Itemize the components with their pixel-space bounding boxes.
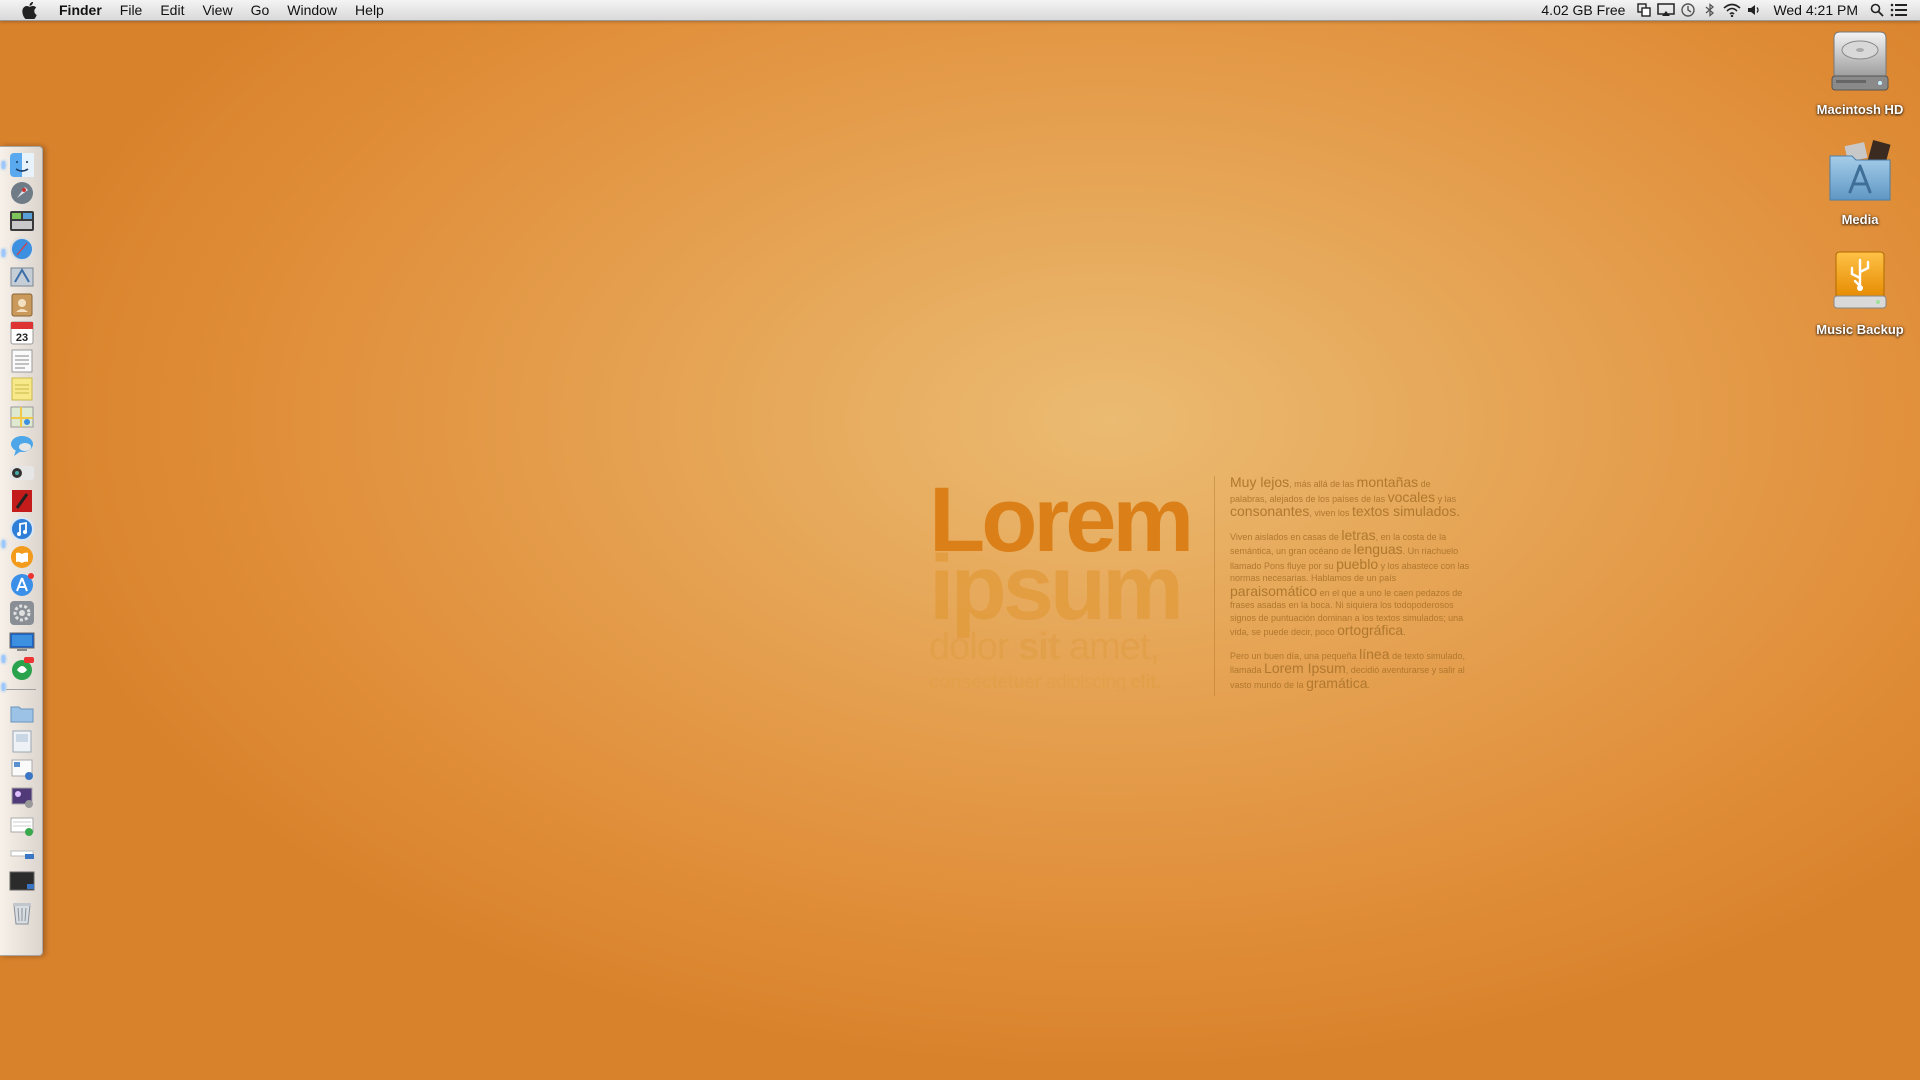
wifi-icon[interactable] bbox=[1721, 0, 1743, 21]
spotlight-search-icon[interactable] bbox=[1866, 0, 1888, 21]
wallpaper-divider bbox=[1214, 476, 1215, 696]
menu-edit[interactable]: Edit bbox=[151, 0, 193, 21]
desktop-icon-label: Macintosh HD bbox=[1816, 102, 1904, 117]
app-icon[interactable] bbox=[8, 655, 36, 683]
calendar-day: 23 bbox=[16, 332, 28, 344]
notes-icon[interactable] bbox=[8, 375, 36, 403]
messages-icon[interactable] bbox=[8, 431, 36, 459]
facetime-icon[interactable] bbox=[8, 459, 36, 487]
ibooks-icon[interactable] bbox=[8, 543, 36, 571]
desktop-icon-media[interactable]: Media bbox=[1805, 138, 1915, 227]
applications-folder-icon bbox=[1824, 138, 1896, 210]
itunes-icon[interactable] bbox=[8, 515, 36, 543]
menu-help[interactable]: Help bbox=[346, 0, 393, 21]
document-icon[interactable] bbox=[8, 727, 36, 755]
launchpad-icon[interactable] bbox=[8, 179, 36, 207]
menu-file[interactable]: File bbox=[111, 0, 152, 21]
dock-separator bbox=[6, 689, 36, 690]
wallpaper-paragraph-2: Viven aislados en casas de letras, en la… bbox=[1230, 526, 1470, 638]
photobooth-icon[interactable] bbox=[8, 487, 36, 515]
notification-center-icon[interactable] bbox=[1888, 0, 1910, 21]
bluetooth-icon[interactable] bbox=[1699, 0, 1721, 21]
mission-control-icon[interactable] bbox=[8, 207, 36, 235]
safari-icon[interactable] bbox=[8, 235, 36, 263]
drive-stack-icon[interactable] bbox=[8, 839, 36, 867]
running-indicator bbox=[2, 655, 5, 663]
menu-bar: Finder File Edit View Go Window Help 4.0… bbox=[0, 0, 1920, 21]
folder-icon[interactable] bbox=[8, 699, 36, 727]
desktop-icon-macintosh-hd[interactable]: Macintosh HD bbox=[1805, 28, 1915, 117]
app-store-icon[interactable] bbox=[8, 571, 36, 599]
terminal-icon[interactable] bbox=[8, 867, 36, 895]
images-stack-icon[interactable] bbox=[8, 783, 36, 811]
mirror-display-icon[interactable] bbox=[1633, 0, 1655, 21]
system-preferences-icon[interactable] bbox=[8, 599, 36, 627]
running-indicator bbox=[2, 161, 5, 169]
menu-go[interactable]: Go bbox=[242, 0, 279, 21]
menu-window[interactable]: Window bbox=[278, 0, 346, 21]
mail-icon[interactable] bbox=[8, 263, 36, 291]
volume-icon[interactable] bbox=[1743, 0, 1765, 21]
desktop-icon-label: Music Backup bbox=[1816, 322, 1904, 337]
usb-drive-icon bbox=[1824, 248, 1896, 320]
airplay-icon[interactable] bbox=[1655, 0, 1677, 21]
finder-icon[interactable] bbox=[8, 151, 36, 179]
wallpaper-paragraph-3: Pero un buen día, una pequeña línea de t… bbox=[1230, 645, 1466, 691]
wallpaper-paragraph-1: Muy lejos, más allá de las montañas de p… bbox=[1230, 474, 1461, 519]
disk-free-status[interactable]: 4.02 GB Free bbox=[1533, 0, 1633, 21]
menu-view[interactable]: View bbox=[193, 0, 241, 21]
calendar-icon[interactable]: 23 bbox=[8, 319, 36, 347]
menu-clock[interactable]: Wed 4:21 PM bbox=[1765, 0, 1866, 21]
wallpaper-line-dolor: dolor sit amet, bbox=[929, 626, 1160, 668]
running-indicator bbox=[2, 249, 5, 257]
dock: 23 bbox=[0, 146, 43, 956]
maps-icon[interactable] bbox=[8, 403, 36, 431]
contacts-icon[interactable] bbox=[8, 291, 36, 319]
documents-stack-icon[interactable] bbox=[8, 811, 36, 839]
apple-menu-icon[interactable] bbox=[18, 1, 40, 19]
screen-icon[interactable] bbox=[8, 627, 36, 655]
running-indicator bbox=[2, 683, 5, 691]
trash-icon[interactable] bbox=[8, 899, 36, 927]
running-indicator bbox=[2, 540, 5, 548]
hard-drive-icon bbox=[1824, 28, 1896, 100]
time-machine-icon[interactable] bbox=[1677, 0, 1699, 21]
desktop-icon-music-backup[interactable]: Music Backup bbox=[1805, 248, 1915, 337]
menu-app-finder[interactable]: Finder bbox=[50, 0, 111, 21]
downloads-stack-icon[interactable] bbox=[8, 755, 36, 783]
wallpaper-paragraphs: Muy lejos, más allá de las montañas de p… bbox=[1230, 474, 1470, 700]
wallpaper-line-consectetuer: consectetuer adipiscing elit. bbox=[929, 672, 1161, 693]
reminders-icon[interactable] bbox=[8, 347, 36, 375]
desktop-icon-label: Media bbox=[1841, 212, 1879, 227]
